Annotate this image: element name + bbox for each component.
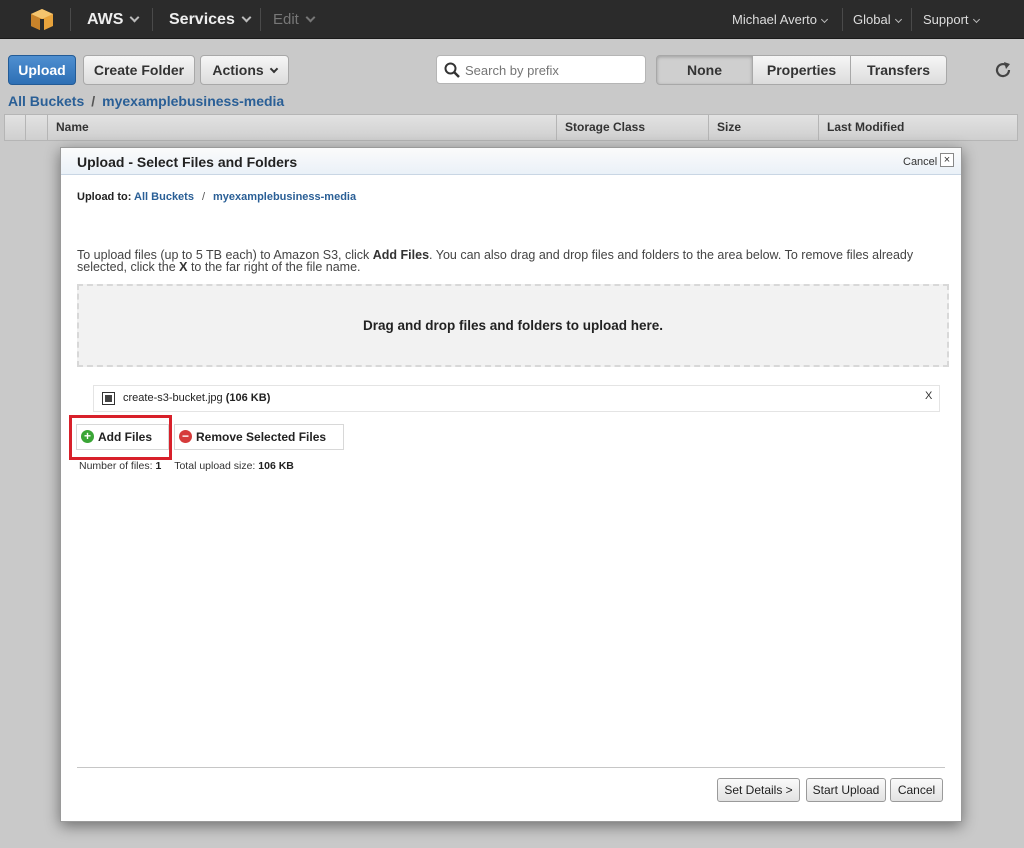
dialog-cancel-link[interactable]: Cancel: [903, 156, 937, 168]
column-name[interactable]: Name: [47, 115, 556, 140]
dialog-title-bar: Upload - Select Files and Folders Cancel…: [61, 148, 961, 175]
upload-button-label: Upload: [18, 62, 66, 78]
nav-divider: [70, 8, 71, 31]
services-menu-label: Services: [169, 11, 235, 28]
total-size-label: Total upload size:: [174, 460, 256, 472]
add-files-button[interactable]: + Add Files: [76, 424, 169, 450]
file-name-text: create-s3-bucket.jpg: [123, 392, 223, 404]
tab-transfers[interactable]: Transfers: [850, 55, 947, 85]
chevron-down-icon: [130, 12, 140, 23]
refresh-icon[interactable]: [993, 60, 1013, 80]
upload-button[interactable]: Upload: [8, 55, 76, 85]
edit-menu[interactable]: Edit: [273, 0, 316, 39]
nav-divider: [842, 8, 843, 31]
chevron-down-icon: [305, 12, 316, 23]
search-box[interactable]: [436, 55, 646, 84]
select-column[interactable]: [25, 115, 47, 140]
actions-dropdown[interactable]: Actions: [200, 55, 289, 85]
dialog-footer-divider: [77, 767, 945, 768]
remove-selected-files-label: Remove Selected Files: [196, 430, 327, 444]
aws-cube-logo-icon[interactable]: [30, 8, 54, 32]
chevron-down-icon: [269, 64, 278, 74]
nav-divider: [911, 8, 912, 31]
column-storage-class[interactable]: Storage Class: [556, 115, 708, 140]
start-upload-button[interactable]: Start Upload: [806, 778, 886, 802]
chevron-down-icon: [972, 15, 980, 24]
upload-to-label: Upload to:: [77, 191, 132, 203]
upload-destination: Upload to: All Buckets / myexamplebusiness…: [77, 191, 356, 203]
services-menu[interactable]: Services: [169, 0, 252, 39]
column-size[interactable]: Size: [708, 115, 818, 140]
upload-stats: Number of files: 1 Total upload size: 10…: [79, 460, 294, 472]
column-storage-class-label: Storage Class: [565, 120, 646, 134]
tab-properties[interactable]: Properties: [752, 55, 851, 85]
instructions-add-files: Add Files: [372, 248, 430, 262]
breadcrumb-bucket[interactable]: myexamplebusiness-media: [102, 93, 284, 109]
column-last-modified-label: Last Modified: [827, 120, 905, 134]
account-name: Michael Averto: [732, 12, 818, 27]
upload-instructions: To upload files (up to 5 TB each) to Ama…: [77, 248, 947, 274]
total-size-value: 106 KB: [258, 460, 294, 472]
remove-selected-files-button[interactable]: − Remove Selected Files: [174, 424, 344, 450]
column-size-label: Size: [717, 120, 742, 134]
plus-circle-icon: +: [81, 430, 94, 443]
file-size: (106 KB): [225, 392, 271, 404]
breadcrumb: All Buckets / myexamplebusiness-media: [8, 93, 284, 109]
aws-menu-label: AWS: [87, 11, 124, 28]
nav-divider: [152, 8, 153, 31]
chevron-down-icon: [241, 12, 252, 23]
actions-label: Actions: [212, 62, 264, 78]
upload-to-all-buckets-link[interactable]: All Buckets: [134, 191, 194, 203]
instructions-text-3: to the far right of the file name.: [187, 260, 361, 274]
upload-to-separator: /: [201, 191, 206, 203]
cancel-label: Cancel: [897, 783, 936, 797]
column-last-modified[interactable]: Last Modified: [818, 115, 1017, 140]
tab-properties-label: Properties: [766, 62, 837, 78]
tab-none-label: None: [687, 62, 722, 78]
start-upload-label: Start Upload: [812, 783, 880, 797]
top-navigation-bar: AWS Services Edit Michael Averto Global …: [0, 0, 1024, 39]
search-input[interactable]: [465, 60, 641, 80]
search-icon: [444, 62, 460, 78]
file-count-value: 1: [155, 460, 162, 472]
chevron-down-icon: [820, 15, 829, 24]
set-details-label: Set Details >: [724, 783, 793, 797]
nav-divider: [260, 8, 261, 31]
file-count-label: Number of files:: [79, 460, 153, 472]
create-folder-button[interactable]: Create Folder: [83, 55, 195, 85]
upload-to-bucket-link[interactable]: myexamplebusiness-media: [213, 191, 356, 203]
remove-file-x-icon[interactable]: X: [925, 390, 932, 402]
file-checkbox-icon[interactable]: [102, 392, 115, 405]
file-name: create-s3-bucket.jpg (106 KB): [123, 392, 270, 404]
support-label: Support: [923, 12, 969, 27]
minus-circle-icon: −: [179, 430, 192, 443]
create-folder-label: Create Folder: [93, 62, 185, 78]
breadcrumb-all-buckets[interactable]: All Buckets: [8, 93, 84, 109]
dialog-title: Upload - Select Files and Folders: [77, 154, 298, 170]
set-details-button[interactable]: Set Details >: [717, 778, 800, 802]
edit-menu-label: Edit: [273, 11, 299, 28]
tab-none[interactable]: None: [656, 55, 753, 85]
account-menu[interactable]: Michael Averto: [732, 0, 829, 39]
column-name-label: Name: [56, 120, 89, 134]
tab-transfers-label: Transfers: [866, 62, 931, 78]
aws-menu[interactable]: AWS: [87, 0, 140, 39]
drop-zone[interactable]: Drag and drop files and folders to uploa…: [77, 284, 949, 367]
drop-zone-text: Drag and drop files and folders to uploa…: [362, 318, 664, 333]
cancel-button[interactable]: Cancel: [890, 778, 943, 802]
object-table-header: Name Storage Class Size Last Modified: [4, 114, 1018, 141]
file-list-item[interactable]: create-s3-bucket.jpg (106 KB) X: [93, 385, 940, 412]
add-files-label: Add Files: [98, 430, 153, 444]
breadcrumb-separator: /: [91, 93, 96, 109]
close-icon[interactable]: ×: [940, 153, 954, 167]
upload-dialog: Upload - Select Files and Folders Cancel…: [60, 147, 962, 822]
region-label: Global: [853, 12, 891, 27]
support-menu[interactable]: Support: [923, 0, 980, 39]
region-menu[interactable]: Global: [853, 0, 902, 39]
chevron-down-icon: [894, 15, 902, 24]
